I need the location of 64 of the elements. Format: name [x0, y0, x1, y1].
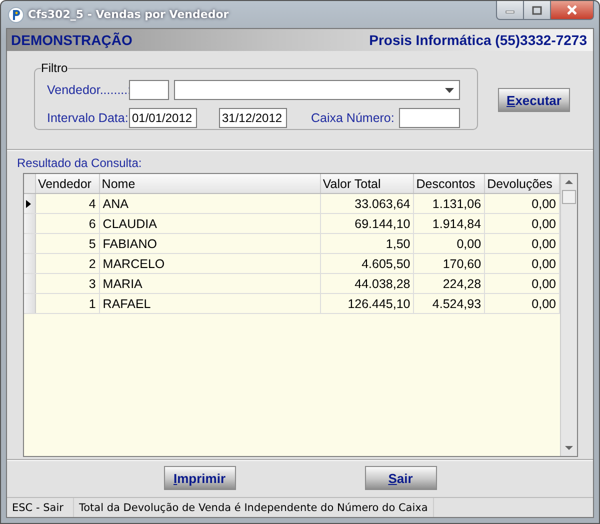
table-cell: MARIA	[99, 274, 320, 294]
dropdown-field[interactable]	[174, 80, 460, 100]
caret-icon	[445, 88, 454, 92]
table-cell: 5	[35, 234, 100, 254]
field-label: Vendedor........:	[46, 83, 129, 97]
maximize-icon	[532, 6, 542, 14]
table-cell: 126.445,10	[320, 294, 414, 314]
input-field[interactable]	[129, 80, 169, 100]
table-cell: 0,00	[484, 194, 560, 214]
table-cell: 0,00	[484, 274, 560, 294]
scrollbar[interactable]	[560, 174, 577, 456]
column-header[interactable]: Devoluções	[484, 174, 560, 194]
section-label: Resultado da Consulta:	[16, 155, 143, 171]
table-cell: RAFAEL	[99, 294, 320, 314]
table-cell: 224,28	[414, 274, 485, 294]
app-logo-icon	[8, 6, 24, 22]
table-cell: 1,50	[320, 234, 414, 254]
execute-button[interactable]: Executar	[498, 88, 570, 112]
table-cell: 33.063,64	[320, 194, 414, 214]
table-cell: 0,00	[414, 234, 485, 254]
row-header[interactable]	[24, 194, 36, 214]
field-label: Intervalo Data:	[46, 111, 129, 125]
close-icon	[566, 5, 578, 15]
table-cell: 44.038,28	[320, 274, 414, 294]
table-cell: 4.524,93	[414, 294, 485, 314]
company-name: DEMONSTRAÇÃO	[11, 32, 132, 48]
table-cell: MARCELO	[99, 254, 320, 274]
field-label: Caixa Número:	[311, 111, 394, 125]
close-button[interactable]	[551, 1, 594, 20]
column-header[interactable]: Descontos	[414, 174, 485, 194]
table-cell: 3	[35, 274, 100, 294]
column-header[interactable]: Nome	[99, 174, 320, 194]
table-cell: 1.131,06	[414, 194, 485, 214]
column-header[interactable]: Valor Total	[320, 174, 414, 194]
contact-info: Prosis Informática (55)3332-7273	[369, 32, 587, 48]
table-cell: ANA	[99, 194, 320, 214]
table-cell: 0,00	[484, 234, 560, 254]
table-cell: 0,00	[484, 254, 560, 274]
exit-button[interactable]: Sair	[364, 466, 436, 490]
table-cell: FABIANO	[99, 234, 320, 254]
input-field[interactable]: 01/01/2012	[129, 108, 197, 128]
table-cell: 1	[35, 294, 100, 314]
column-header[interactable]: Vendedor	[35, 174, 100, 194]
row-pointer-icon	[26, 200, 31, 208]
print-button[interactable]: Imprimir	[164, 466, 236, 490]
table-cell: 1.914,84	[414, 214, 485, 234]
table-cell: CLAUDIA	[99, 214, 320, 234]
minimize-button[interactable]	[496, 1, 524, 20]
maximize-button[interactable]	[524, 1, 551, 20]
table-cell: 6	[35, 214, 100, 234]
table-cell: 0,00	[484, 294, 560, 314]
table-cell: 4	[35, 194, 100, 214]
table-cell: 170,60	[414, 254, 485, 274]
status-text: ESC - Sair	[7, 498, 74, 517]
table-cell: 69.144,10	[320, 214, 414, 234]
input-field[interactable]	[399, 108, 460, 128]
window-title: Cfs302_5 - Vendas por Vendedor	[28, 8, 229, 21]
input-field[interactable]: 31/12/2012	[219, 108, 287, 128]
table-cell: 0,00	[484, 214, 560, 234]
table-cell: 2	[35, 254, 100, 274]
scroll-thumb[interactable]	[562, 190, 576, 204]
status-text: Total da Devolução de Venda é Independente do Número do Caixa	[74, 498, 434, 517]
table-cell: 4.605,50	[320, 254, 414, 274]
group-title: Filtro	[41, 61, 68, 75]
